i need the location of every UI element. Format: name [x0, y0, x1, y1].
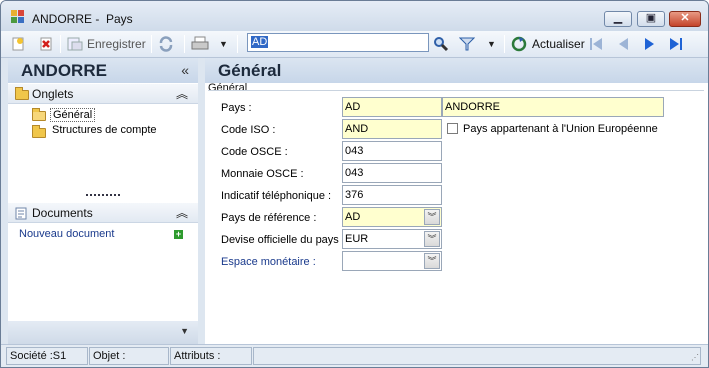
toolbar: Enregistrer ▼ AD ▼ Actualiser	[1, 31, 708, 58]
document-icon	[15, 207, 27, 220]
eu-member-label: Pays appartenant à l'Union Européenne	[463, 123, 658, 135]
chevron-down-icon[interactable]: ︾	[424, 253, 440, 269]
maximize-button[interactable]: ▣	[637, 11, 665, 27]
osce-label: Code OSCE :	[221, 146, 288, 158]
pays-name-field[interactable]: ANDORRE	[442, 97, 664, 117]
refresh-label: Actualiser	[532, 37, 585, 51]
navigation-header: ANDORRE «	[8, 58, 198, 83]
window-title: ANDORRE - Pays	[32, 12, 133, 26]
sync-icon[interactable]	[158, 35, 174, 53]
add-document-icon[interactable]: +	[174, 230, 183, 239]
tab-general[interactable]: Général	[50, 108, 96, 122]
devise-select[interactable]: EUR ︾	[342, 229, 442, 249]
refresh-icon	[511, 36, 527, 52]
search-icon[interactable]	[433, 35, 449, 53]
print-dropdown-icon[interactable]: ▼	[219, 35, 228, 53]
next-record-icon[interactable]	[642, 35, 658, 53]
search-input[interactable]: AD	[247, 33, 429, 52]
documents-section-header[interactable]: Documents ︽	[8, 203, 198, 223]
navigation-panel: ANDORRE « Onglets ︽ Général Structures d…	[8, 58, 198, 344]
iso-label: Code ISO :	[221, 124, 276, 136]
status-societe: Société :S1	[6, 347, 88, 365]
ref-country-value: AD	[345, 211, 361, 223]
status-attributs: Attributs :	[170, 347, 252, 365]
save-icon	[67, 37, 83, 51]
chevron-up-icon[interactable]: ︽	[176, 204, 188, 221]
page-title: Général	[218, 61, 282, 80]
navigation-footer: ▼	[8, 321, 198, 344]
iso-code-field[interactable]: AND	[342, 119, 442, 139]
indicatif-field[interactable]: 376	[342, 185, 442, 205]
group-divider	[208, 90, 704, 91]
new-document-link[interactable]: Nouveau document	[19, 228, 114, 240]
title-bar: ANDORRE - Pays ▁ ▣ ✕	[1, 1, 708, 31]
filter-icon[interactable]	[459, 35, 475, 53]
save-button[interactable]: Enregistrer	[67, 35, 146, 53]
pays-label: Pays :	[221, 102, 252, 114]
espace-monetaire-link[interactable]: Espace monétaire :	[221, 256, 316, 268]
indicatif-label: Indicatif téléphonique :	[221, 190, 332, 202]
tabs-section-header[interactable]: Onglets ︽	[8, 84, 198, 104]
ref-country-select[interactable]: AD ︾	[342, 207, 442, 227]
first-record-icon[interactable]	[588, 35, 604, 53]
tabs-section-label: Onglets	[32, 87, 74, 101]
chevron-down-icon[interactable]: ︾	[424, 209, 440, 225]
close-button[interactable]: ✕	[669, 11, 701, 27]
collapse-panel-icon[interactable]: «	[181, 62, 189, 78]
app-icon	[11, 10, 25, 24]
last-record-icon[interactable]	[668, 35, 684, 53]
main-panel: Général Général Pays : AD ANDORRE Code I…	[205, 58, 708, 344]
chevron-up-icon[interactable]: ︽	[176, 85, 188, 102]
devise-label: Devise officielle du pays :	[221, 234, 345, 246]
refresh-button[interactable]: Actualiser	[511, 35, 585, 53]
record-title: ANDORRE	[21, 61, 107, 80]
main-header: Général	[205, 58, 708, 83]
status-extra	[253, 347, 701, 365]
app-window: ANDORRE - Pays ▁ ▣ ✕ Enregistrer ▼ AD ▼ …	[0, 0, 709, 368]
vertical-splitter[interactable]	[198, 58, 205, 344]
status-bar: Société :S1 Objet : Attributs : ⋰	[1, 344, 708, 367]
resize-grip-icon[interactable]: ⋰	[691, 353, 699, 362]
delete-icon[interactable]	[39, 35, 53, 53]
group-label: Général	[208, 82, 248, 94]
monnaie-osce-field[interactable]: 043	[342, 163, 442, 183]
new-icon[interactable]	[11, 35, 25, 53]
eu-member-checkbox[interactable]	[447, 123, 458, 134]
panel-splitter[interactable]	[86, 194, 120, 196]
tab-structures-de-compte[interactable]: Structures de compte	[52, 124, 157, 136]
documents-section-label: Documents	[32, 206, 93, 220]
previous-record-icon[interactable]	[615, 35, 631, 53]
folder-icon	[15, 87, 29, 100]
ref-country-label: Pays de référence :	[221, 212, 317, 224]
filter-dropdown-icon[interactable]: ▼	[487, 35, 496, 53]
pays-code-field[interactable]: AD	[342, 97, 442, 117]
print-icon[interactable]	[191, 35, 209, 53]
open-folder-icon	[32, 108, 46, 121]
minimize-button[interactable]: ▁	[604, 11, 632, 27]
espace-monetaire-select[interactable]: ︾	[342, 251, 442, 271]
monnaie-label: Monnaie OSCE :	[221, 168, 304, 180]
chevron-down-icon[interactable]: ︾	[424, 231, 440, 247]
chevron-down-icon[interactable]: ▼	[180, 326, 189, 336]
folder-icon	[32, 125, 46, 138]
status-objet: Objet :	[89, 347, 169, 365]
osce-code-field[interactable]: 043	[342, 141, 442, 161]
devise-value: EUR	[345, 233, 369, 245]
save-label: Enregistrer	[87, 37, 146, 51]
